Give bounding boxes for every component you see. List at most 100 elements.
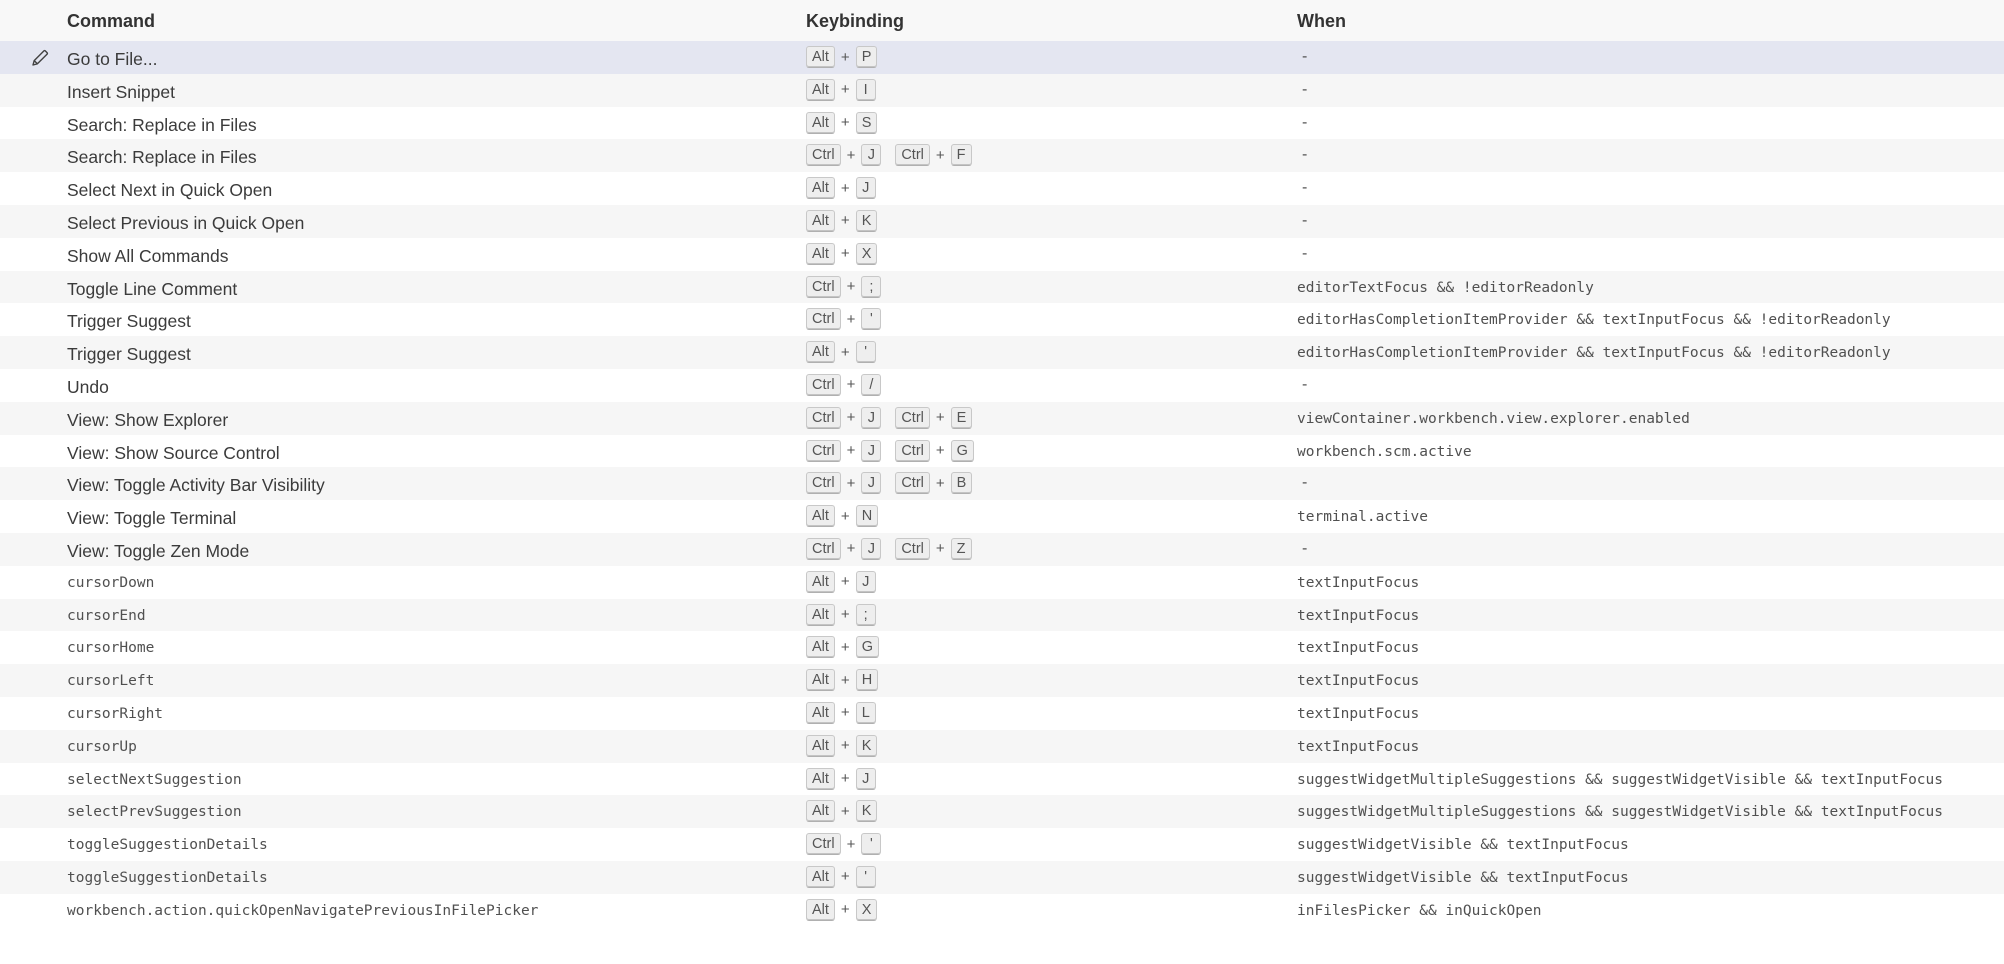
when-clause: textInputFocus: [1297, 738, 1420, 755]
when-clause: -: [1302, 211, 1308, 229]
key-separator: +: [846, 442, 856, 460]
table-row[interactable]: Show All Commands Alt + X -: [0, 237, 2004, 271]
table-row[interactable]: toggleSuggestionDetails Ctrl + ' suggestWidg…: [0, 828, 2004, 861]
table-row[interactable]: cursorDown Alt + JtextInputFocus: [0, 565, 2004, 599]
key-chord: Ctrl + J: [806, 439, 882, 462]
key-cap: Alt: [806, 341, 835, 364]
when-clause: textInputFocus: [1297, 705, 1420, 722]
column-header-keybinding[interactable]: Keybinding: [806, 11, 904, 32]
command-label: selectNextSuggestion: [67, 771, 242, 788]
table-row[interactable]: Select Next in Quick Open Alt + J -: [0, 172, 2004, 205]
table-row[interactable]: Search: Replace in Files Ctrl + J Ctrl + F -: [0, 139, 2004, 173]
key-cap: J: [861, 406, 882, 429]
table-row[interactable]: Insert Snippet Alt + I -: [0, 73, 2004, 107]
key-separator: +: [935, 474, 945, 492]
key-separator: +: [840, 245, 850, 263]
key-chord: Ctrl + G: [895, 439, 974, 462]
key-cap: Alt: [806, 78, 835, 101]
when-clause: terminal.active: [1297, 509, 1428, 526]
when-clause: -: [1302, 113, 1308, 131]
keybinding-cell: Ctrl + J Ctrl + Z: [806, 537, 986, 560]
key-chord: Alt + L: [806, 701, 876, 724]
key-separator: +: [840, 901, 850, 919]
key-chord: Alt + X: [806, 242, 878, 265]
keybinding-cell: Ctrl + J Ctrl + F: [806, 144, 986, 167]
table-row[interactable]: Go to File... Alt + P -: [0, 41, 2004, 74]
key-chord: Alt + H: [806, 669, 879, 692]
keybinding-cell: Alt + K: [806, 800, 891, 823]
key-cap: Ctrl: [895, 406, 930, 429]
keybinding-cell: Ctrl + ': [806, 308, 895, 331]
key-chord: Ctrl + F: [895, 144, 972, 167]
table-row[interactable]: selectNextSuggestion Alt + J suggestWidgetMu…: [0, 762, 2004, 796]
key-cap: Alt: [806, 734, 835, 757]
table-row[interactable]: Select Previous in Quick Open Alt + K -: [0, 204, 2004, 238]
when-clause: -: [1302, 244, 1308, 262]
table-row[interactable]: workbench.action.quickOpenNavigatePrevio…: [0, 893, 2004, 927]
when-clause: -: [1302, 80, 1308, 98]
table-row[interactable]: Undo Ctrl + / -: [0, 368, 2004, 402]
key-cap: ': [861, 833, 882, 856]
when-clause: editorHasCompletionItemProvider && textI…: [1297, 312, 1891, 329]
key-cap: J: [855, 570, 876, 593]
column-header-command[interactable]: Command: [67, 11, 155, 32]
key-chord: Alt + X: [806, 898, 878, 921]
keybinding-cell: Ctrl + /: [806, 373, 895, 396]
key-cap: P: [855, 46, 878, 68]
command-label: Trigger Suggest: [67, 311, 191, 332]
table-row[interactable]: Toggle Line Comment Ctrl +; editorTextFocus…: [0, 270, 2004, 304]
key-separator: +: [846, 835, 856, 853]
keybinding-cell: Alt + G: [806, 636, 893, 659]
table-row[interactable]: View: Toggle Zen Mode Ctrl + J Ctrl + Z -: [0, 532, 2004, 566]
key-cap: Ctrl: [895, 144, 930, 167]
column-header-when[interactable]: When: [1297, 11, 1346, 32]
key-chord: Ctrl + Z: [895, 537, 972, 560]
key-chord: Alt + I: [806, 78, 876, 101]
key-chord: Alt + N: [806, 505, 879, 528]
key-chord: Alt + K: [806, 800, 878, 823]
table-row[interactable]: Trigger Suggest Alt + ' editorHasCompletionI…: [0, 336, 2004, 369]
keybinding-cell: Alt + L: [806, 701, 890, 724]
key-cap: K: [855, 800, 878, 823]
key-cap: ': [855, 341, 876, 364]
key-cap: J: [861, 537, 882, 560]
command-label: cursorDown: [67, 574, 155, 591]
command-label: View: Toggle Activity Bar Visibility: [67, 475, 325, 496]
table-row[interactable]: cursorLeft Alt + HtextInputFocus: [0, 664, 2004, 697]
key-cap: X: [855, 898, 878, 921]
keybinding-cell: Alt + J: [806, 767, 890, 790]
table-row[interactable]: cursorUp Alt + KtextInputFocus: [0, 729, 2004, 763]
command-label: Show All Commands: [67, 245, 229, 266]
pencil-icon[interactable]: [30, 48, 50, 68]
key-separator: +: [840, 704, 850, 722]
key-separator: +: [840, 81, 850, 99]
when-clause: suggestWidgetMultipleSuggestions && sugg…: [1297, 771, 1944, 788]
key-cap: B: [950, 472, 973, 495]
table-row[interactable]: View: Show Explorer Ctrl + J Ctrl + EviewConta…: [0, 401, 2004, 435]
table-row[interactable]: Search: Replace in Files Alt + S -: [0, 106, 2004, 140]
when-clause: -: [1302, 146, 1308, 164]
key-cap: Alt: [806, 46, 835, 68]
table-row[interactable]: View: Show Source Control Ctrl + J Ctrl + Gwor…: [0, 434, 2004, 468]
table-row[interactable]: cursorHome Alt + GtextInputFocus: [0, 631, 2004, 665]
keybinding-cell: Alt + K: [806, 209, 891, 232]
table-row[interactable]: toggleSuggestionDetails Alt + ' suggestWidge…: [0, 860, 2004, 894]
table-row[interactable]: View: Toggle Activity Bar Visibility Ctrl…: [0, 467, 2004, 501]
key-separator: +: [935, 540, 945, 558]
when-clause: -: [1302, 539, 1308, 557]
key-separator: +: [840, 606, 850, 624]
key-cap: Alt: [806, 505, 835, 528]
key-cap: E: [950, 406, 973, 429]
key-chord: Alt + J: [806, 177, 876, 200]
table-row[interactable]: cursorRight Alt + LtextInputFocus: [0, 696, 2004, 730]
table-row[interactable]: cursorEnd Alt +; textInputFocus: [0, 598, 2004, 632]
key-cap: Ctrl: [806, 833, 841, 856]
keybinding-cell: Ctrl + J Ctrl + G: [806, 439, 988, 462]
keybinding-cell: Alt + J: [806, 177, 890, 200]
table-row[interactable]: Trigger Suggest Ctrl + ' editorHasCompletion…: [0, 303, 2004, 337]
key-cap: N: [855, 505, 879, 528]
table-row[interactable]: View: Toggle Terminal Alt + Nterminal.activ…: [0, 500, 2004, 533]
table-row[interactable]: selectPrevSuggestion Alt + KsuggestWidgetMu…: [0, 795, 2004, 829]
key-cap: J: [861, 472, 882, 495]
key-separator: +: [840, 179, 850, 197]
